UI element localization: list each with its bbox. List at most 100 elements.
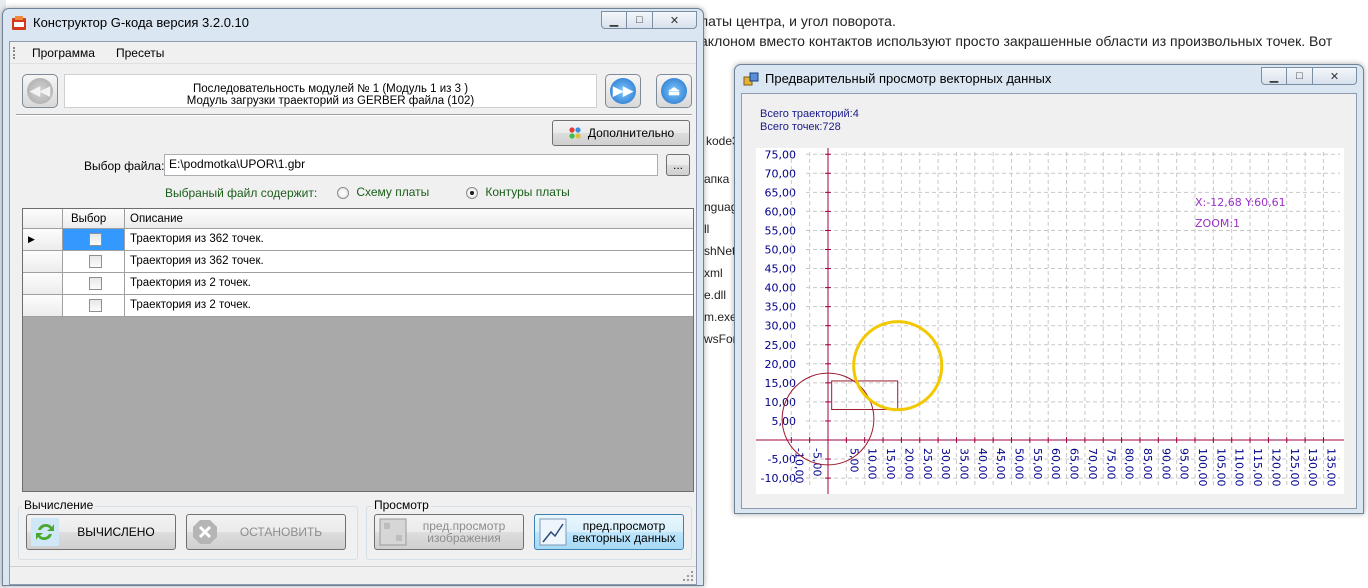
x-tick-label: 30,00 [939,448,952,480]
column-header-select[interactable]: Выбор [63,209,125,229]
radio-contours-button[interactable] [466,186,478,199]
x-tick-label: -10,00 [792,448,805,483]
sequence-info: Последовательность модулей № 1 (Модуль 1… [64,74,597,108]
x-tick-label: 35,00 [957,448,970,480]
background-fragment: m.exe [704,310,737,324]
row-description[interactable]: Траектория из 2 точек. [125,295,693,317]
next-module-button[interactable]: ▶▶ [605,74,641,108]
background-fragment: ll [704,222,710,236]
x-tick-label: 105,00 [1214,448,1227,487]
background-fragment: e.dll [704,288,727,302]
x-tick-label: 95,00 [1178,448,1191,480]
main-window: Конструктор G-кода версия 3.2.0.10 ▁ □ ✕… [2,8,704,586]
x-tick-label: 70,00 [1086,448,1099,480]
row-header[interactable] [23,251,63,273]
preview-minimize-button[interactable]: ▁ [1261,67,1287,85]
row-checkbox-cell[interactable] [63,229,125,251]
file-path-input[interactable]: E:\podmotka\UPOR\1.gbr [164,154,658,176]
main-client-area: Программа Пресеты ◀◀ Последовательность … [9,41,697,585]
sequence-line-1: Последовательность модулей № 1 (Модуль 1… [192,83,469,95]
vector-plot[interactable]: 75,00 70,00 65,00 60,00 55,00 50,00 45,00 40,00… [756,148,1344,494]
minimize-button[interactable]: ▁ [601,11,627,29]
column-header-description[interactable]: Описание [125,209,693,229]
row-checkbox[interactable] [89,233,102,246]
row-header[interactable] [23,295,63,317]
preview-titlebar[interactable]: Предварительный просмотр векторных данны… [735,65,1363,93]
refresh-icon [31,518,59,546]
radio-contours[interactable]: Контуры платы [466,185,570,199]
x-tick-label: 125,00 [1288,448,1301,487]
row-description[interactable]: Траектория из 2 точек. [125,273,693,295]
palette-icon [569,127,581,139]
x-tick-label: 100,00 [1196,448,1209,487]
eject-icon: ⏏ [661,78,687,104]
stop-button[interactable]: ОСТАНОВИТЬ [186,514,346,550]
calculation-group-label: Вычисление [22,498,96,512]
x-tick-label: 10,00 [866,448,879,480]
x-tick-label: 55,00 [1031,448,1044,480]
background-fragment: wsFor [704,332,737,346]
preview-window-title: Предварительный просмотр векторных данны… [765,71,1052,86]
vector-preview-icon [539,518,567,546]
menu-grip [13,47,16,59]
radio-schema-label: Схему платы [356,185,430,199]
radio-schema[interactable]: Схему платы [337,185,429,199]
x-tick-label: 60,00 [1049,448,1062,480]
file-contains-label: Выбраный файл содержит: [165,186,318,200]
trajectory-table: Выбор Описание ▶ Траектория из 362 точек.… [22,208,694,492]
x-tick-label: 50,00 [1013,448,1026,480]
x-tick-label: 120,00 [1269,448,1282,487]
total-trajectories: Всего траекторий:4 [760,108,859,120]
calculated-button[interactable]: ВЫЧИСЛЕНО [26,514,176,550]
preview-client-area: Всего траекторий:4 Всего точек:728 75,00… [741,93,1357,509]
preview-image-label: пред.просмотр изображения [409,515,519,549]
current-row-arrow-icon: ▶ [28,234,35,244]
x-tick-label: 40,00 [976,448,989,480]
x-tick-label: 45,00 [994,448,1007,480]
menu-program[interactable]: Программа [32,46,95,60]
x-tick-label: 5,00 [847,448,860,473]
preview-vector-button[interactable]: пред.просмотр векторных данных [534,514,684,550]
x-tick-label: 90,00 [1159,448,1172,480]
row-checkbox[interactable] [89,277,102,290]
x-tick-label: 65,00 [1068,448,1081,480]
menu-presets[interactable]: Пресеты [116,46,164,60]
preview-image-button[interactable]: пред.просмотр изображения [374,514,524,550]
additional-button[interactable]: Дополнительно [552,120,690,146]
x-tick-label: 80,00 [1123,448,1136,480]
row-header[interactable] [23,273,63,295]
row-checkbox-cell[interactable] [63,251,125,273]
row-checkbox-cell[interactable] [63,295,125,317]
main-titlebar[interactable]: Конструктор G-кода версия 3.2.0.10 ▁ □ ✕ [3,9,703,37]
status-bar [10,566,696,584]
radio-schema-button[interactable] [337,186,349,199]
coordinate-readout: X:-12,68 Y:60,61 [1195,196,1286,209]
eject-button[interactable]: ⏏ [656,74,692,108]
close-button[interactable]: ✕ [653,11,697,29]
maximize-button[interactable]: □ [627,11,653,29]
x-tick-label: 75,00 [1104,448,1117,480]
row-description[interactable]: Траектория из 362 точек. [125,251,693,273]
resize-grip-icon[interactable] [682,570,694,582]
sequence-line-2: Модуль загрузки траекторий из GERBER фай… [186,95,475,107]
total-points: Всего точек:728 [760,121,841,133]
preview-image-label-2: изображения [427,531,501,545]
preview-maximize-button[interactable]: □ [1287,67,1313,85]
additional-button-label: Дополнительно [587,126,675,140]
preview-app-icon [743,72,759,86]
row-checkbox[interactable] [89,255,102,268]
background-fragment: апка [704,172,730,186]
preview-close-button[interactable]: ✕ [1313,67,1357,85]
browse-button[interactable]: ... [666,154,690,176]
row-header[interactable]: ▶ [23,229,63,251]
table-corner-header [23,209,63,229]
row-checkbox-cell[interactable] [63,273,125,295]
background-fragment: xml [704,266,723,280]
prev-module-button[interactable]: ◀◀ [22,74,58,108]
vector-plot-area[interactable]: 75,00 70,00 65,00 60,00 55,00 50,00 45,00 40,00… [756,148,1344,494]
image-preview-icon [379,518,407,546]
file-label: Выбор файла: [84,159,165,173]
row-checkbox[interactable] [89,299,102,312]
row-description[interactable]: Траектория из 362 точек. [125,229,693,251]
x-tick-label: 115,00 [1251,448,1264,487]
